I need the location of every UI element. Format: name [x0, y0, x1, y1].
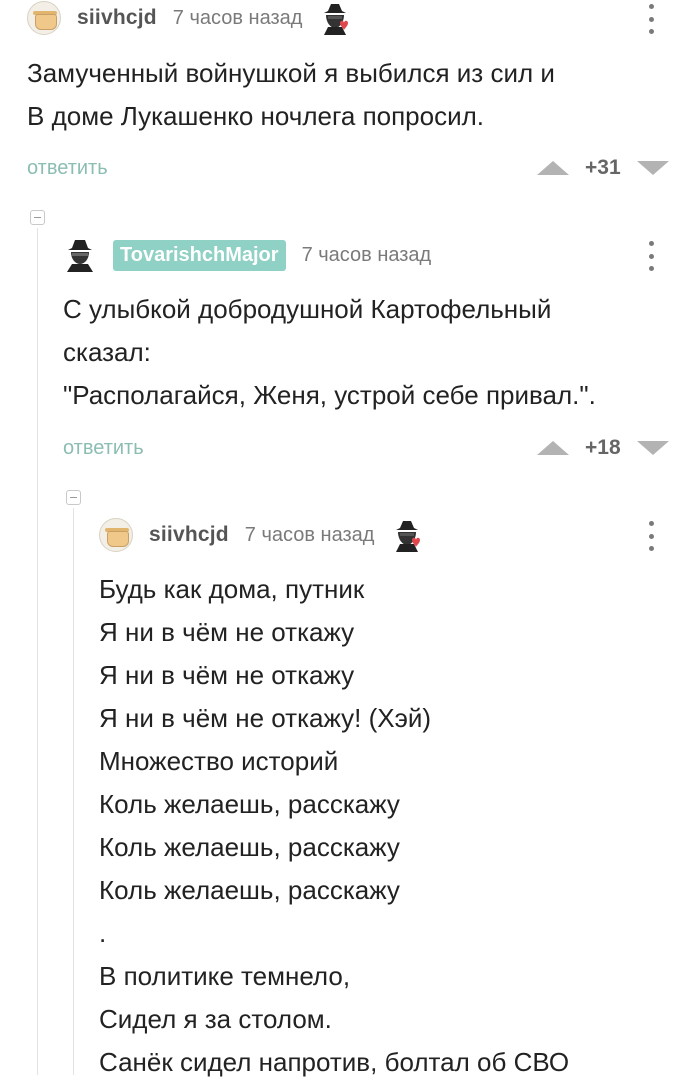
collapse-icon[interactable] — [66, 490, 81, 505]
comment-body: Будь как дома, путник Я ни в чём не отка… — [99, 568, 569, 1084]
reply-button[interactable]: ответить — [27, 157, 108, 180]
comment-header: TovarishchMajor 7 часов назад — [63, 235, 449, 275]
comment-header: siivhcjd 7 часов назад — [99, 515, 422, 555]
comment-header: siivhcjd 7 часов назад — [27, 0, 350, 38]
vote-controls: +18 — [537, 436, 669, 460]
vote-controls: +31 — [537, 156, 669, 180]
username[interactable]: siivhcjd — [149, 523, 229, 547]
pot-avatar-icon[interactable] — [99, 518, 133, 552]
comment-line: . — [99, 918, 107, 948]
comment-body: С улыбкой добродушной Картофельный сказа… — [63, 288, 596, 417]
kebab-menu-icon[interactable] — [648, 521, 654, 551]
timestamp: 7 часов назад — [244, 523, 375, 546]
comment-line: Сидел я за столом. — [99, 1004, 332, 1034]
comment-line: В доме Лукашенко ночлега попросил. — [27, 101, 485, 131]
comment-line: Санёк сидел напротив, болтал об СВО — [99, 1047, 570, 1077]
comment-line: Коль желаешь, расскажу — [99, 832, 400, 862]
reply-button[interactable]: ответить — [63, 437, 144, 460]
comment-line: Я ни в чём не откажу — [99, 617, 355, 647]
upvote-icon[interactable] — [537, 161, 569, 175]
timestamp: 7 часов назад — [301, 243, 432, 266]
username[interactable]: TovarishchMajor — [113, 239, 286, 271]
comment-line: Коль желаешь, расскажу — [99, 789, 400, 819]
comment-line: сказал: — [63, 337, 151, 367]
spy-heart-icon — [324, 4, 349, 35]
kebab-menu-icon[interactable] — [648, 241, 654, 271]
comment-line: В политике темнело, — [99, 961, 351, 991]
spy-heart-icon — [396, 521, 421, 552]
collapse-icon[interactable] — [30, 210, 45, 225]
comment-line: Я ни в чём не откажу! (Хэй) — [99, 703, 432, 733]
comment-body: Замученный войнушкой я выбился из сил и … — [27, 52, 555, 138]
username[interactable]: siivhcjd — [77, 6, 157, 30]
timestamp: 7 часов назад — [172, 6, 303, 29]
spy-avatar-icon[interactable] — [63, 238, 97, 272]
thread-line-level-2 — [73, 508, 74, 1075]
kebab-menu-icon[interactable] — [648, 4, 654, 34]
comment-line: Замученный войнушкой я выбился из сил и — [27, 58, 555, 88]
comment-line: Множество историй — [99, 746, 339, 776]
downvote-icon[interactable] — [636, 161, 669, 175]
thread-line-level-1 — [37, 228, 38, 1075]
comment-line: Будь как дома, путник — [99, 574, 365, 604]
comment-line: С улыбкой добродушной Картофельный — [63, 294, 552, 324]
upvote-icon[interactable] — [537, 441, 569, 455]
vote-score: +31 — [585, 156, 621, 179]
downvote-icon[interactable] — [636, 441, 669, 455]
vote-score: +18 — [585, 436, 621, 459]
comment-line: "Располагайся, Женя, устрой себе привал.… — [63, 380, 596, 410]
pot-avatar-icon[interactable] — [27, 1, 61, 35]
comment-line: Я ни в чём не откажу — [99, 660, 355, 690]
comment-line: Коль желаешь, расскажу — [99, 875, 400, 905]
